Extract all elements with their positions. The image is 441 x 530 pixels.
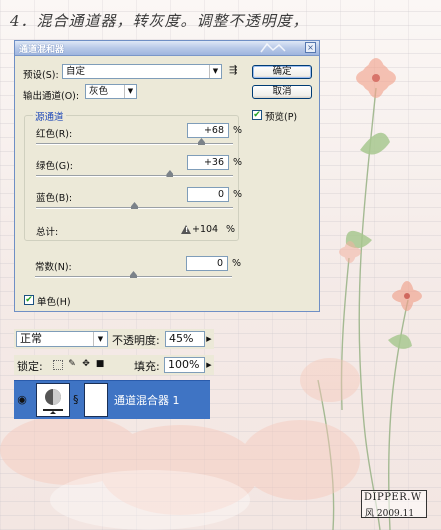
eye-icon[interactable]: ◉ — [15, 393, 29, 407]
red-channel-input[interactable]: +68 — [187, 123, 229, 138]
dialog-title: 通道混和器 — [19, 45, 65, 55]
adjustment-layer-icon — [36, 383, 70, 417]
monochrome-label: 单色(H) — [37, 297, 71, 308]
red-slider-thumb[interactable] — [197, 138, 205, 145]
ok-button[interactable]: 确定 — [252, 65, 312, 79]
total-value: +104 — [192, 224, 219, 235]
fill-arrow-icon[interactable]: ▶ — [205, 357, 213, 373]
layer-mask-thumbnail[interactable] — [84, 383, 108, 417]
warning-icon: ! — [181, 225, 191, 234]
author-stamp: DIPPER.W 风 2009.11 — [361, 490, 427, 519]
lock-all-icon[interactable]: ■ — [95, 359, 105, 369]
lock-move-icon[interactable]: ✥ — [81, 359, 91, 369]
green-channel-input[interactable]: +36 — [187, 155, 229, 170]
fill-value: 100% — [168, 358, 200, 371]
chevron-down-icon: ▼ — [124, 85, 136, 98]
blend-mode-dropdown[interactable]: 正常 ▼ — [16, 331, 108, 347]
blue-channel-value: 0 — [217, 189, 224, 200]
stamp-date: 风 2009.11 — [365, 509, 415, 519]
constant-label: 常数(N): — [35, 262, 72, 273]
close-icon[interactable]: × — [305, 42, 316, 53]
lock-brush-icon[interactable]: ✎ — [67, 359, 77, 369]
page-heading: 4．混合通道器，转灰度。调整不透明度， — [10, 12, 309, 30]
green-channel-value: +36 — [203, 157, 224, 168]
red-channel-label: 红色(R): — [36, 129, 73, 140]
total-percent-unit: % — [226, 224, 236, 235]
blue-percent-unit: % — [233, 189, 243, 200]
constant-input[interactable]: 0 — [186, 256, 228, 271]
chevron-down-icon: ▼ — [209, 65, 221, 78]
red-percent-unit: % — [233, 125, 243, 136]
blue-slider-thumb[interactable] — [131, 202, 138, 209]
blue-channel-label: 蓝色(B): — [36, 193, 73, 204]
preview-label: 预览(P) — [265, 112, 298, 123]
constant-value: 0 — [216, 258, 223, 269]
green-channel-label: 绿色(G): — [36, 161, 73, 172]
link-chain-icon[interactable]: § — [73, 393, 79, 406]
dialog-titlebar[interactable]: 通道混和器 × — [15, 41, 319, 56]
output-channel-label: 输出通道(O): — [23, 91, 80, 102]
constant-percent-unit: % — [232, 258, 242, 269]
green-slider-thumb[interactable] — [166, 170, 174, 177]
opacity-arrow-icon[interactable]: ▶ — [205, 331, 213, 347]
source-channels-group: 源通道 红色(R): +68 % 绿色(G): +36 % 蓝色(B): 0 %… — [24, 109, 243, 241]
preset-value: 自定 — [66, 66, 86, 77]
preset-options-icon[interactable]: ⇶ — [229, 65, 237, 76]
blue-channel-input[interactable]: 0 — [187, 187, 229, 202]
layers-blend-row: 正常 ▼ 不透明度: 45% ▶ — [14, 329, 214, 349]
opacity-label: 不透明度: — [112, 334, 160, 347]
chevron-down-icon: ▼ — [93, 332, 107, 346]
blend-mode-value: 正常 — [20, 332, 42, 345]
preset-dropdown[interactable]: 自定 ▼ — [62, 64, 222, 79]
layers-lock-row: 锁定: ✎ ✥ ■ 填充: 100% ▶ — [14, 355, 214, 375]
preview-checkbox[interactable]: ✔ — [252, 110, 262, 120]
layer-row-channel-mixer[interactable]: ◉ § 通道混合器 1 — [14, 380, 210, 419]
stamp-name: DIPPER.W — [364, 492, 422, 503]
red-channel-value: +68 — [203, 125, 224, 136]
opacity-input[interactable]: 45% — [165, 331, 205, 347]
output-channel-value: 灰色 — [89, 86, 109, 97]
layer-name: 通道混合器 1 — [114, 394, 180, 407]
source-channels-label: 源通道 — [33, 109, 66, 123]
monochrome-checkbox[interactable]: ✔ — [24, 295, 34, 305]
fill-label: 填充: — [134, 360, 160, 373]
green-slider-track[interactable] — [36, 175, 233, 177]
opacity-value: 45% — [169, 332, 194, 345]
titlebar-decoration-icon — [260, 42, 286, 53]
green-percent-unit: % — [233, 157, 243, 168]
lock-transparent-icon[interactable] — [53, 360, 63, 370]
constant-slider-thumb[interactable] — [130, 271, 137, 278]
total-label: 总计: — [36, 227, 59, 238]
lock-label: 锁定: — [17, 360, 43, 373]
preset-label: 预设(S): — [23, 70, 59, 81]
output-channel-dropdown[interactable]: 灰色 ▼ — [85, 84, 137, 99]
cancel-button[interactable]: 取消 — [252, 85, 312, 99]
fill-input[interactable]: 100% — [164, 357, 205, 373]
channel-mixer-dialog: 通道混和器 × 预设(S): 自定 ▼ ⇶ 输出通道(O): 灰色 ▼ 源通道 … — [14, 40, 320, 312]
